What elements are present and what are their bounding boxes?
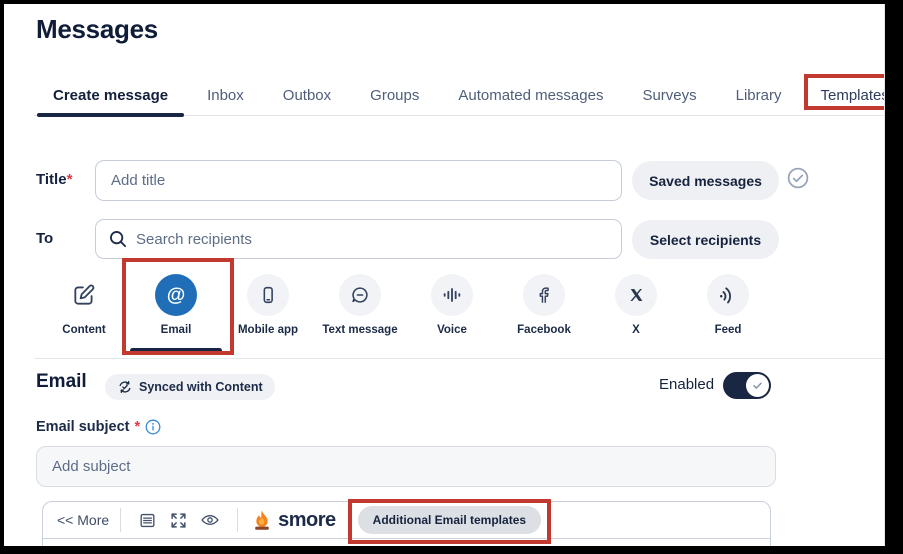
title-input[interactable]	[95, 160, 622, 201]
tab-label: Outbox	[283, 87, 331, 104]
subject-required-asterisk: *	[134, 419, 140, 435]
tab-templates[interactable]: Templates	[817, 78, 885, 115]
layout-rows-button[interactable]	[132, 511, 163, 530]
toggle-check-icon	[751, 379, 764, 392]
channel-label: Text message	[322, 324, 397, 336]
expand-button[interactable]	[163, 511, 194, 530]
channel-label: Email	[161, 324, 192, 336]
tab-bar: Create message Inbox Outbox Groups Autom…	[34, 78, 884, 116]
facebook-icon	[523, 274, 565, 316]
tab-inbox[interactable]: Inbox	[204, 78, 247, 115]
rss-feed-icon	[707, 274, 749, 316]
tab-automated-messages[interactable]: Automated messages	[455, 78, 606, 115]
title-label-text: Title	[36, 171, 67, 188]
channel-label: Feed	[715, 324, 742, 336]
channel-selector: Content @ Email Mobile app Text message …	[4, 274, 884, 360]
section-divider	[34, 358, 884, 359]
tab-label: Inbox	[207, 87, 244, 104]
tab-label: Surveys	[642, 87, 696, 104]
channel-content[interactable]: Content	[39, 274, 129, 336]
saved-messages-button[interactable]: Saved messages	[632, 161, 779, 200]
title-label: Title*	[36, 160, 72, 200]
flame-icon	[251, 509, 273, 531]
tab-library[interactable]: Library	[733, 78, 785, 115]
additional-email-templates-button[interactable]: Additional Email templates	[358, 506, 541, 534]
at-glyph: @	[167, 286, 186, 305]
email-subject-label-text: Email subject	[36, 419, 129, 435]
tab-surveys[interactable]: Surveys	[639, 78, 699, 115]
tab-label: Automated messages	[458, 87, 603, 104]
email-section-heading: Email	[36, 371, 87, 393]
tab-label: Library	[736, 87, 782, 104]
compose-icon	[63, 274, 105, 316]
channel-label: Content	[62, 324, 105, 336]
channel-facebook[interactable]: Facebook	[499, 274, 589, 336]
toggle-knob	[746, 374, 769, 397]
eye-icon	[200, 510, 220, 530]
editor-toolbar: << More smore Additional Emai	[42, 501, 771, 546]
waveform-icon	[431, 274, 473, 316]
editor-toolbar-row: << More smore Additional Emai	[43, 502, 770, 539]
tab-label: Templates	[820, 87, 885, 104]
search-icon	[107, 228, 129, 250]
enabled-label: Enabled	[659, 376, 714, 393]
to-label: To	[36, 219, 53, 259]
channel-feed[interactable]: Feed	[683, 274, 773, 336]
channel-x[interactable]: X	[591, 274, 681, 336]
tab-create-message[interactable]: Create message	[50, 78, 171, 115]
toolbar-divider	[120, 508, 121, 532]
synced-badge-label: Synced with Content	[139, 380, 263, 394]
info-icon[interactable]	[145, 419, 161, 435]
channel-voice[interactable]: Voice	[407, 274, 497, 336]
screenshot-frame: { "page": { "title": "Messages" }, "tabs…	[0, 0, 903, 554]
channel-label: Voice	[437, 324, 467, 336]
more-tools-button[interactable]: << More	[57, 512, 109, 528]
channel-email[interactable]: @ Email	[131, 274, 221, 353]
app-window: Messages Create message Inbox Outbox Gro…	[4, 4, 885, 546]
check-circle-icon[interactable]	[786, 166, 810, 190]
active-tab-underline	[37, 113, 184, 117]
layout-rows-icon	[138, 511, 157, 530]
tab-label: Groups	[370, 87, 419, 104]
channel-label: X	[632, 324, 640, 336]
page-title: Messages	[36, 14, 158, 45]
additional-templates-wrap: Additional Email templates	[358, 506, 541, 534]
preview-button[interactable]	[194, 510, 226, 530]
required-asterisk: *	[67, 171, 73, 188]
channel-text-message[interactable]: Text message	[315, 274, 405, 336]
sync-icon	[117, 379, 133, 395]
email-subject-input[interactable]	[36, 446, 776, 487]
tab-label: Create message	[53, 87, 168, 104]
channel-label: Facebook	[517, 324, 571, 336]
at-icon: @	[155, 274, 197, 316]
selected-channel-underline	[130, 348, 222, 353]
tab-groups[interactable]: Groups	[367, 78, 422, 115]
recipients-search-input[interactable]	[95, 219, 622, 259]
email-subject-label: Email subject *	[36, 419, 161, 435]
channel-label: Mobile app	[238, 324, 298, 336]
smore-brand-text: smore	[278, 509, 336, 532]
select-recipients-button[interactable]: Select recipients	[632, 220, 779, 259]
synced-badge: Synced with Content	[105, 374, 275, 400]
expand-icon	[169, 511, 188, 530]
tab-outbox[interactable]: Outbox	[280, 78, 334, 115]
toolbar-divider	[237, 508, 238, 532]
chat-bubble-icon	[339, 274, 381, 316]
x-logo-icon	[615, 274, 657, 316]
phone-icon	[247, 274, 289, 316]
channel-mobile-app[interactable]: Mobile app	[223, 274, 313, 336]
smore-logo: smore	[251, 509, 336, 532]
email-enabled-toggle[interactable]	[723, 372, 771, 399]
